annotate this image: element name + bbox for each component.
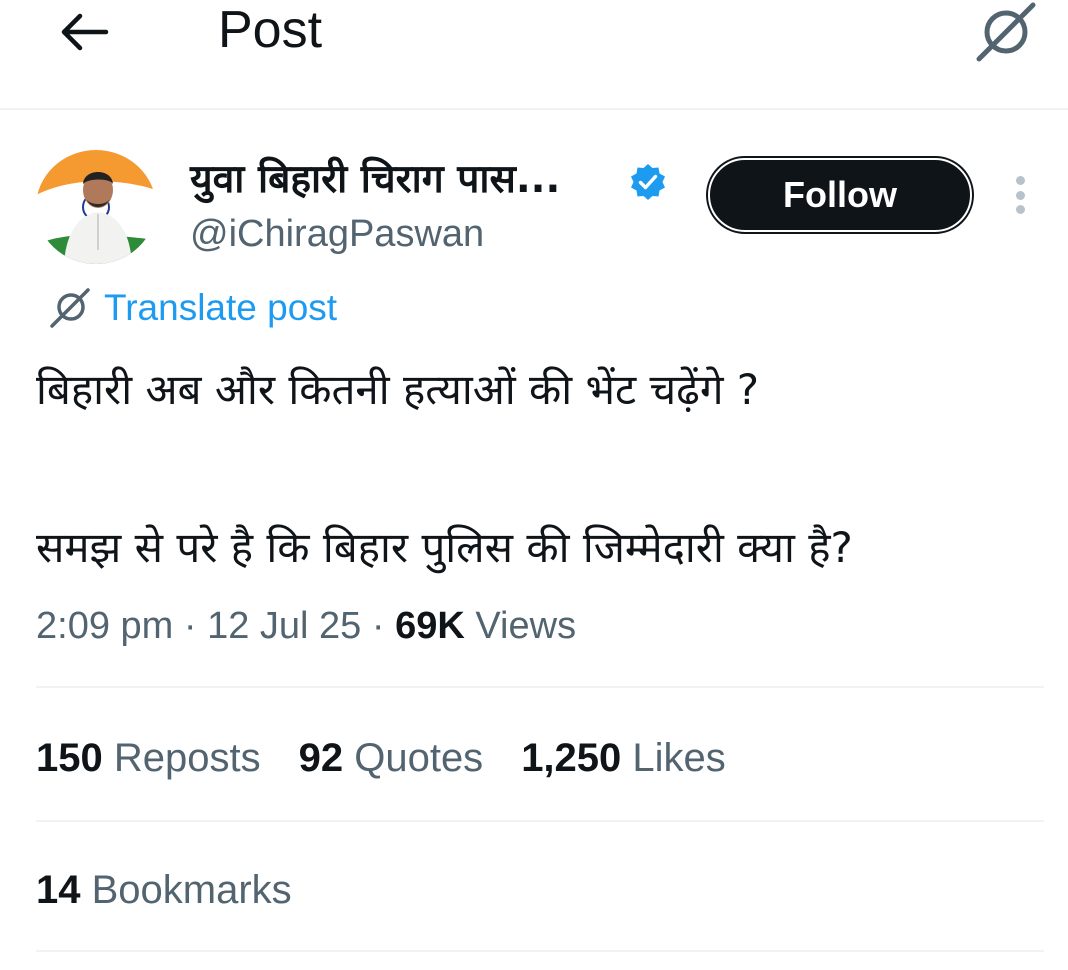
author-handle[interactable]: @iChiragPaswan [190, 208, 484, 260]
more-options-button[interactable] [1000, 170, 1040, 220]
back-button[interactable] [52, 4, 116, 60]
post-meta: 2:09 pm · 12 Jul 25 · 69K Views [36, 600, 576, 652]
translate-label: Translate post [104, 287, 338, 328]
post-date[interactable]: 12 Jul 25 [207, 605, 361, 647]
views-label: Views [475, 605, 577, 647]
reposts-stat[interactable]: 150 Reposts [36, 732, 261, 784]
post-time[interactable]: 2:09 pm [36, 605, 173, 647]
more-dot-icon [1015, 176, 1025, 185]
top-bar: Post [0, 0, 1068, 110]
bookmarks-stat[interactable]: 14 Bookmarks [36, 864, 292, 916]
follow-button[interactable]: Follow [706, 156, 974, 234]
post-text-line: बिहारी अब और कितनी हत्याओं की भेंट चढ़ें… [36, 365, 760, 414]
post-page: Post युवा बिहारी चिराग पास... @iChiragPa… [0, 0, 1068, 970]
bookmarks-label: Bookmarks [91, 868, 292, 912]
reposts-label: Reposts [113, 736, 261, 780]
likes-stat[interactable]: 1,250 Likes [521, 732, 726, 784]
meta-separator: · [371, 605, 396, 647]
author-display-name[interactable]: युवा बिहारी चिराग पास... [190, 152, 560, 208]
quotes-label: Quotes [354, 736, 484, 780]
arrow-left-icon [61, 13, 109, 51]
divider [36, 820, 1044, 822]
more-dot-icon [1015, 205, 1025, 214]
grok-icon [976, 2, 1036, 62]
page-title: Post [218, 1, 323, 59]
likes-count: 1,250 [521, 736, 633, 780]
reposts-count: 150 [36, 736, 114, 780]
verified-badge-icon[interactable] [628, 162, 668, 202]
header-divider [0, 108, 1068, 110]
divider [36, 686, 1044, 688]
bookmarks-count: 14 [36, 868, 92, 912]
views-count: 69K [395, 605, 476, 647]
grok-button[interactable] [970, 0, 1042, 64]
engagement-stats: 150 Reposts 92 Quotes 1,250 Likes [36, 732, 764, 784]
likes-label: Likes [632, 736, 726, 780]
quotes-stat[interactable]: 92 Quotes [299, 732, 484, 784]
translate-post-link[interactable]: Translate post [46, 284, 337, 332]
meta-separator: · [183, 605, 208, 647]
avatar[interactable] [36, 150, 156, 264]
grok-icon [46, 286, 94, 330]
quotes-count: 92 [298, 736, 355, 780]
avatar-image [36, 150, 156, 264]
divider [36, 950, 1044, 952]
more-dot-icon [1015, 190, 1025, 200]
post-text-line: समझ से परे है कि बिहार पुलिस की जिम्मेदा… [36, 523, 853, 572]
